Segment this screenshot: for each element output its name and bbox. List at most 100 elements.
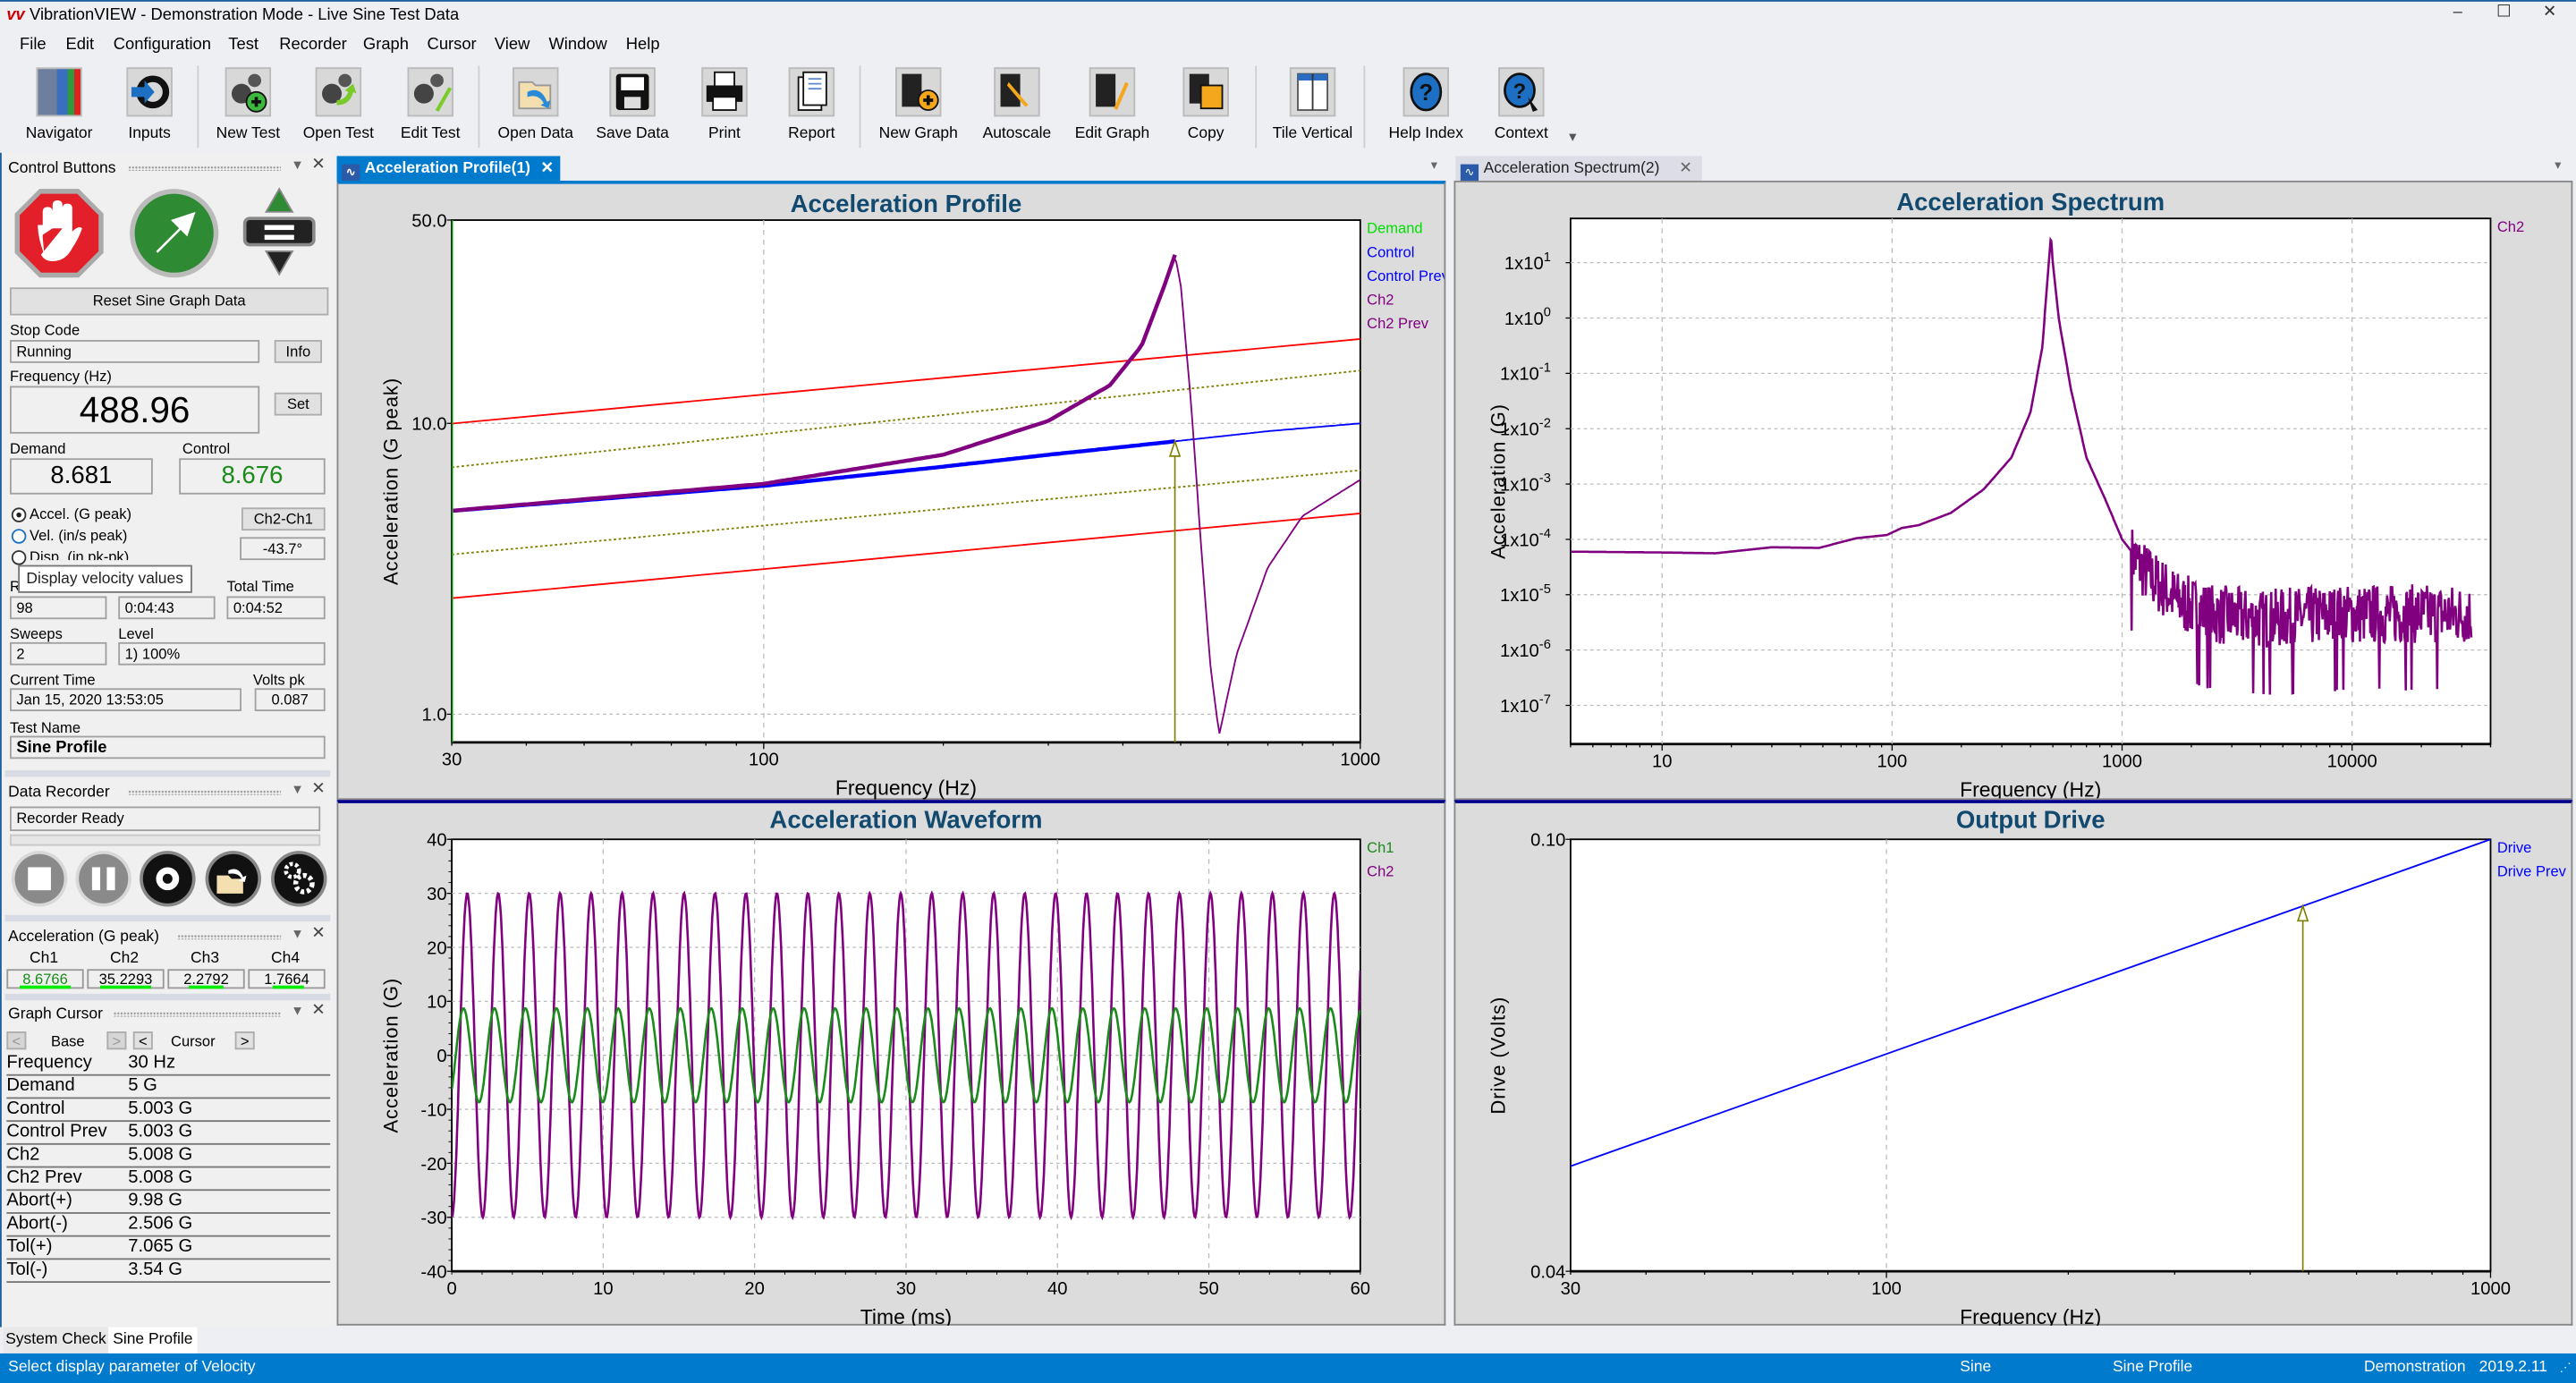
- drag-grip[interactable]: [128, 790, 282, 795]
- tab-sine-profile[interactable]: Sine Profile: [108, 1327, 198, 1353]
- recorder-open-button[interactable]: [205, 851, 262, 907]
- menu-graph[interactable]: Graph: [363, 36, 409, 54]
- tab-acceleration-spectrum[interactable]: ∿ Acceleration Spectrum(2) ✕: [1455, 156, 1702, 182]
- reset-sine-graph-button[interactable]: Reset Sine Graph Data: [10, 287, 329, 316]
- level-up-icon[interactable]: [264, 187, 294, 213]
- output-drive-chart[interactable]: Output Drive30 100 10000.100.04Frequency (…: [1455, 803, 2571, 1326]
- menu-test[interactable]: Test: [228, 36, 258, 54]
- displacement-radio[interactable]: [11, 550, 27, 565]
- panel-menu-icon[interactable]: ▼: [291, 157, 304, 173]
- svg-text:?: ?: [1419, 81, 1433, 106]
- output-drive-panel: Output Drive 30 100 1000 0.10 0.04 Frequency (…: [1453, 800, 2573, 1326]
- drag-grip[interactable]: [177, 934, 282, 940]
- recorder-buttons: [8, 849, 330, 908]
- stop-button[interactable]: [12, 185, 107, 280]
- level-equal-icon[interactable]: [242, 216, 316, 247]
- open-test-button[interactable]: Open Test: [292, 63, 385, 151]
- panel-splitter[interactable]: [4, 770, 331, 777]
- open-data-button[interactable]: Open Data: [489, 63, 581, 151]
- menu-cursor[interactable]: Cursor: [428, 36, 477, 54]
- level-down-icon[interactable]: [264, 250, 294, 276]
- tab-close-icon[interactable]: ✕: [1679, 156, 1692, 181]
- cursor-prev-button[interactable]: <: [132, 1031, 153, 1050]
- acceleration-profile-chart[interactable]: Acceleration Profile 30 100 1000 1.0 10.0 50.0…: [338, 184, 1444, 801]
- graph-cursor-title: Graph Cursor: [8, 1005, 103, 1023]
- cursor-row-value: 5 G: [128, 1075, 157, 1096]
- cursor-next-button[interactable]: >: [234, 1031, 255, 1050]
- panel-splitter[interactable]: [4, 914, 331, 922]
- left-pane-menu-arrow[interactable]: ▾: [1431, 157, 1437, 173]
- y-tick-label: 1x10-7: [1500, 693, 1551, 717]
- edit-graph-button[interactable]: Edit Graph: [1066, 63, 1158, 151]
- acceleration-spectrum-chart[interactable]: Acceleration Spectrum 10 100 1000 10000 1x101…: [1455, 182, 2571, 799]
- tab-system-check[interactable]: System Check: [3, 1327, 109, 1353]
- cursor-row-value: 5.003 G: [128, 1122, 193, 1142]
- velocity-radio[interactable]: [11, 529, 27, 544]
- tab-acceleration-profile[interactable]: ∿ Acceleration Profile(1) ✕: [336, 156, 561, 182]
- recorder-pause-button[interactable]: [75, 851, 131, 907]
- menu-help[interactable]: Help: [626, 36, 660, 54]
- maximize-button[interactable]: ☐: [2484, 4, 2523, 27]
- info-button[interactable]: Info: [274, 340, 322, 363]
- menu-edit[interactable]: Edit: [65, 36, 94, 54]
- minimize-button[interactable]: –: [2438, 4, 2478, 27]
- accel-radio-label[interactable]: Accel. (G peak): [30, 506, 131, 522]
- menu-view[interactable]: View: [495, 36, 530, 54]
- panel-menu-icon[interactable]: ▼: [291, 927, 304, 942]
- panel-menu-icon[interactable]: ▼: [291, 1004, 304, 1019]
- context-help-button[interactable]: ? Context: [1475, 63, 1567, 151]
- acceleration-waveform-chart[interactable]: Acceleration Waveform 0 10 20 30 40 50 60 40 30 20…: [338, 803, 1444, 1326]
- panel-close-icon[interactable]: ✕: [311, 1002, 325, 1020]
- right-pane-menu-arrow[interactable]: ▾: [2555, 157, 2561, 173]
- drag-grip[interactable]: [113, 1012, 282, 1017]
- acceleration-waveform-panel: Acceleration Waveform 0 10 20 30 40 50 60 40 30 20…: [336, 800, 1446, 1326]
- velocity-radio-label[interactable]: Vel. (in/s peak): [30, 527, 127, 543]
- report-button[interactable]: Report: [766, 63, 858, 151]
- tab-label: Acceleration Profile(1): [364, 159, 530, 178]
- menu-recorder[interactable]: Recorder: [279, 36, 347, 54]
- resize-grip-icon[interactable]: ⋰: [2560, 1362, 2572, 1375]
- recorder-settings-button[interactable]: [271, 851, 327, 907]
- close-button[interactable]: ✕: [2530, 4, 2570, 27]
- panel-close-icon[interactable]: ✕: [311, 780, 325, 798]
- cursor-row-key: Control: [6, 1099, 65, 1119]
- copy-button[interactable]: Copy: [1160, 63, 1252, 151]
- panel-close-icon[interactable]: ✕: [311, 156, 325, 174]
- menu-file[interactable]: File: [20, 36, 47, 54]
- phase-channel-button[interactable]: Ch2-Ch1: [241, 507, 326, 531]
- autoscale-button[interactable]: Autoscale: [971, 63, 1063, 151]
- x-tick-label: 100: [1871, 1279, 1902, 1299]
- navigator-button[interactable]: Navigator: [13, 63, 106, 151]
- drag-grip[interactable]: [128, 165, 282, 171]
- new-graph-button[interactable]: New Graph: [872, 63, 964, 151]
- tab-close-icon[interactable]: ✕: [540, 156, 554, 181]
- legend-item: Demand: [1367, 220, 1422, 237]
- menu-window[interactable]: Window: [548, 36, 606, 54]
- x-tick-label: 30: [442, 751, 462, 770]
- base-next-button[interactable]: >: [106, 1031, 127, 1050]
- menu-configuration[interactable]: Configuration: [114, 36, 211, 54]
- recorder-record-button[interactable]: [140, 851, 196, 907]
- toolbar-overflow-button[interactable]: ▾: [1569, 128, 1576, 146]
- left-dock-panel: Control Buttons ▼ ✕ Reset Sine Graph Dat…: [0, 152, 334, 1328]
- panel-close-icon[interactable]: ✕: [311, 925, 325, 943]
- new-test-button[interactable]: New Test: [202, 63, 294, 151]
- edit-test-button[interactable]: Edit Test: [385, 63, 477, 151]
- panel-splitter[interactable]: [4, 993, 331, 1001]
- set-frequency-button[interactable]: Set: [274, 392, 322, 416]
- displacement-radio-label[interactable]: Disp. (in pk-pk): [30, 548, 129, 560]
- y-tick-label: 1x10-1: [1500, 361, 1551, 385]
- recorder-stop-button[interactable]: [11, 851, 68, 907]
- base-prev-button[interactable]: <: [6, 1031, 27, 1050]
- help-index-button[interactable]: ? Help Index: [1380, 63, 1472, 151]
- cursor-row: Tol(+) 7.065 G: [6, 1235, 331, 1260]
- save-data-button[interactable]: Save Data: [587, 63, 679, 151]
- run-button[interactable]: [126, 185, 222, 280]
- tile-vertical-button[interactable]: Tile Vertical: [1267, 63, 1359, 151]
- status-message: Select display parameter of Velocity: [8, 1358, 256, 1377]
- inputs-button[interactable]: Inputs: [104, 63, 196, 151]
- level-adjust-control[interactable]: [242, 185, 317, 280]
- phase-value: -43.7°: [240, 537, 326, 561]
- panel-menu-icon[interactable]: ▼: [291, 782, 304, 797]
- accel-radio[interactable]: [11, 507, 27, 522]
